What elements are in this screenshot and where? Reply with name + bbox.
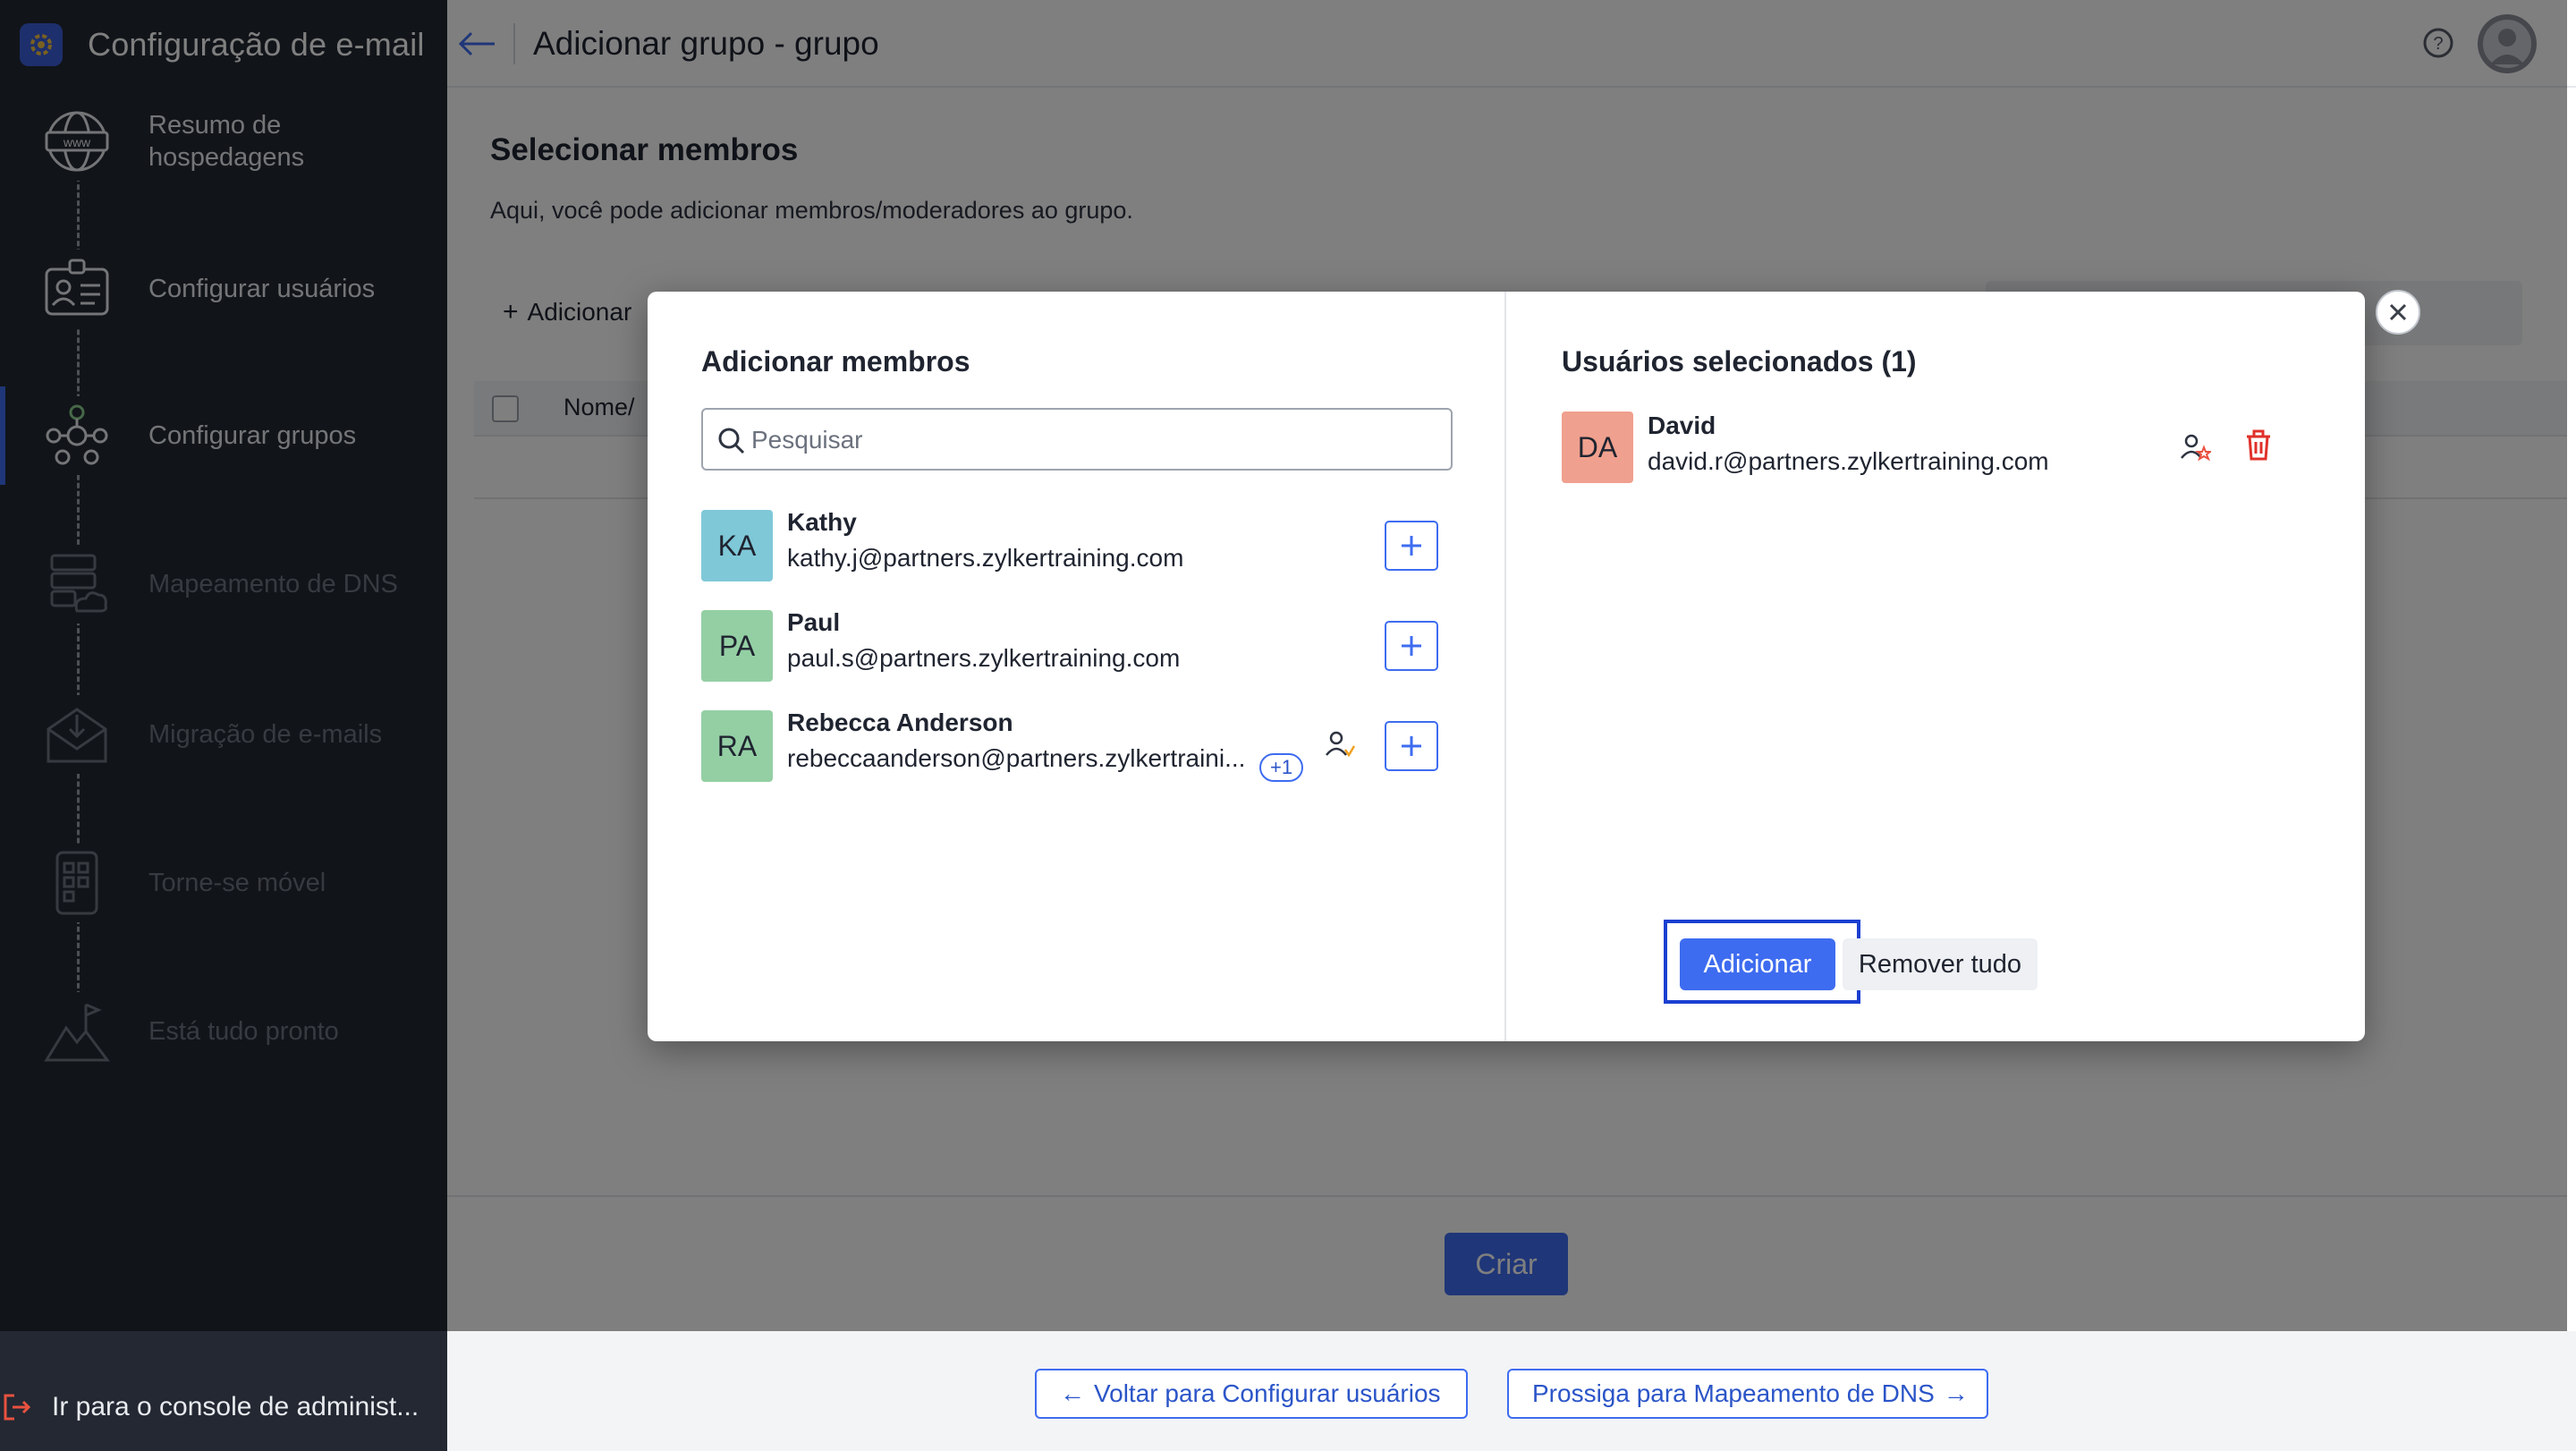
add-member-button[interactable] bbox=[1385, 721, 1438, 771]
search-input[interactable] bbox=[751, 419, 1431, 462]
member-name: Kathy bbox=[787, 508, 857, 536]
admin-console-label: Ir para o console de administ... bbox=[52, 1392, 419, 1421]
selected-user-email: david.r@partners.zylkertraining.com bbox=[1648, 447, 2049, 475]
selected-user-row: DA David david.r@partners.zylkertraining… bbox=[1562, 412, 2313, 492]
list-item: RA Rebecca Anderson rebeccaanderson@part… bbox=[701, 703, 1453, 784]
member-name: Paul bbox=[787, 608, 841, 636]
selected-users-title: Usuários selecionados (1) bbox=[1562, 345, 1917, 378]
add-members-modal: Adicionar membros KA Kathy kathy.j@partn… bbox=[648, 292, 2365, 1041]
available-members-panel: Adicionar membros KA Kathy kathy.j@partn… bbox=[648, 292, 1506, 1041]
member-email: kathy.j@partners.zylkertraining.com bbox=[787, 544, 1184, 572]
member-search-field[interactable] bbox=[701, 408, 1453, 471]
selected-users-panel: Usuários selecionados (1) DA David david… bbox=[1508, 292, 2365, 1041]
exit-icon bbox=[2, 1392, 32, 1427]
admin-console-link[interactable]: Ir para o console de administ... bbox=[0, 1376, 447, 1438]
list-item: PA Paul paul.s@partners.zylkertraining.c… bbox=[701, 603, 1453, 683]
add-member-button[interactable] bbox=[1385, 621, 1438, 671]
proceed-to-dns-button[interactable]: Prossiga para Mapeamento de DNS → bbox=[1507, 1369, 1988, 1419]
avatar: RA bbox=[701, 710, 773, 782]
avatar: DA bbox=[1562, 412, 1633, 483]
arrow-left-icon: ← bbox=[1060, 1379, 1085, 1407]
member-name: Rebecca Anderson bbox=[787, 709, 1013, 736]
list-item: KA Kathy kathy.j@partners.zylkertraining… bbox=[701, 503, 1453, 583]
avatar: KA bbox=[701, 510, 773, 581]
member-email: rebeccaanderson@partners.zylkertraini... bbox=[787, 744, 1246, 772]
search-icon bbox=[717, 427, 746, 455]
make-moderator-icon[interactable] bbox=[2179, 431, 2213, 463]
extra-count-badge[interactable]: +1 bbox=[1259, 753, 1304, 782]
moderator-user-icon[interactable] bbox=[1324, 728, 1356, 765]
back-to-users-button[interactable]: ← Voltar para Configurar usuários bbox=[1035, 1369, 1468, 1419]
add-member-button[interactable] bbox=[1385, 521, 1438, 571]
close-icon[interactable] bbox=[2376, 290, 2420, 335]
add-button[interactable]: Adicionar bbox=[1680, 938, 1835, 990]
arrow-right-icon: → bbox=[1943, 1379, 1969, 1407]
delete-icon[interactable] bbox=[2243, 429, 2274, 462]
avatar: PA bbox=[701, 610, 773, 682]
plus-icon bbox=[1402, 536, 1421, 556]
remove-all-button[interactable]: Remover tudo bbox=[1843, 938, 2038, 990]
selected-user-name: David bbox=[1648, 412, 1716, 439]
bottom-navigation: ← Voltar para Configurar usuários Prossi… bbox=[447, 1331, 2576, 1451]
add-members-title: Adicionar membros bbox=[701, 345, 970, 378]
member-email: paul.s@partners.zylkertraining.com bbox=[787, 644, 1181, 672]
plus-icon bbox=[1402, 736, 1421, 756]
plus-icon bbox=[1402, 636, 1421, 656]
